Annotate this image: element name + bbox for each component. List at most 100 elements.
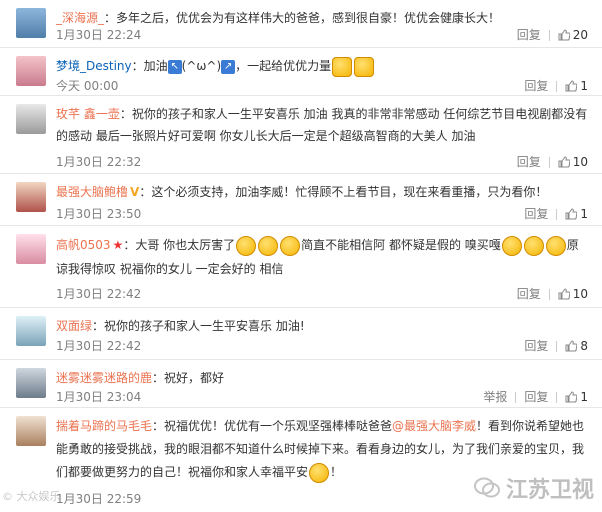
thumbs-up-icon — [558, 288, 570, 300]
divider — [556, 208, 558, 220]
like-button[interactable]: 8 — [565, 337, 588, 355]
comment-text: ：祝你的孩子和家人一生平安喜乐 加油! — [92, 319, 305, 333]
like-count: 10 — [572, 155, 588, 169]
avatar[interactable] — [16, 316, 46, 346]
like-button[interactable]: 1 — [565, 388, 588, 406]
reply-button[interactable]: 回复 — [517, 153, 541, 171]
watermark-left: © 大众娱乐 — [2, 490, 61, 503]
divider — [556, 340, 558, 352]
like-button[interactable]: 20 — [558, 26, 588, 44]
timestamp: 1月30日 22:32 — [56, 155, 142, 169]
thumbs-up-icon — [565, 208, 578, 220]
like-button[interactable]: 1 — [565, 77, 588, 95]
comment-meta: 1月30日 23:50 回复 1 — [56, 205, 588, 223]
muscle-emoji-icon — [354, 56, 375, 77]
arrow-icon: ↖ — [167, 59, 182, 74]
comment-text: ，一起给优优力量 — [235, 59, 332, 73]
timestamp: 1月30日 22:24 — [56, 28, 142, 42]
wechat-logo-icon — [473, 477, 500, 498]
username-link[interactable]: 玫芊 鑫一壶 — [56, 107, 120, 121]
sweat-emoji-icon — [258, 235, 279, 256]
thumbs-up-icon — [565, 391, 578, 403]
reply-button[interactable]: 回复 — [524, 205, 548, 223]
timestamp: 今天 00:00 — [56, 79, 119, 93]
sweat-emoji-icon — [280, 235, 301, 256]
comment-text: ：这个必须支持，加油李威！忙得顾不上看节目，现在来看重播，只为看你！ — [139, 185, 548, 199]
report-button[interactable]: 举报 — [483, 388, 507, 406]
divider — [548, 156, 550, 168]
divider — [556, 391, 558, 403]
avatar[interactable] — [16, 416, 46, 446]
like-count: 20 — [572, 28, 588, 42]
username-link[interactable]: 梦境_Destiny — [56, 59, 132, 73]
thumbs-up-icon — [565, 340, 578, 352]
comment-item: 梦境_Destiny：加油 ↖ (^ω^) ↗ ，一起给优优力量 今天 00:00 回复… — [0, 48, 602, 96]
comment-item: 迷雾迷雾迷路的鹿：祝好，都好 1月30日 23:04 举报 回复 1 — [0, 360, 602, 408]
like-count: 1 — [580, 79, 588, 93]
comment-meta: 1月30日 22:42 回复 8 — [56, 337, 588, 355]
comment-text: ：祝你的孩子和家人一生平安喜乐 加油 我真的非常非常感动 任何综艺节目电视剧都没… — [56, 107, 588, 143]
comment-text: ：多年之后，优优会为有这样伟大的爸爸，感到很自豪！优优会健康长大！ — [104, 11, 501, 25]
timestamp: 1月30日 22:42 — [56, 287, 142, 301]
comment-item: 最强大脑鲍橹 V：这个必须支持，加油李威！忙得顾不上看节目，现在来看重播，只为看你… — [0, 174, 602, 226]
username-link[interactable]: 双面绿 — [56, 319, 92, 333]
like-button[interactable]: 1 — [565, 205, 588, 223]
username-link[interactable]: 最强大脑鲍橹 — [56, 185, 128, 199]
comment-meta: 1月30日 22:24 回复 20 — [56, 26, 588, 44]
reply-button[interactable]: 回复 — [517, 285, 541, 303]
like-count: 8 — [580, 339, 588, 353]
username-link[interactable]: 迷雾迷雾迷路的鹿 — [56, 371, 152, 385]
username-link[interactable]: 高帆0503 — [56, 238, 111, 252]
sweat-emoji-icon — [523, 235, 544, 256]
avatar[interactable] — [16, 234, 46, 264]
comment-item: 双面绿：祝你的孩子和家人一生平安喜乐 加油! 1月30日 22:42 回复 8 — [0, 308, 602, 360]
avatar[interactable] — [16, 56, 46, 86]
username-link[interactable]: _深海源_ — [56, 11, 104, 25]
comment-text: ！ — [330, 465, 343, 479]
muscle-emoji-icon — [332, 56, 353, 77]
thumbs-up-icon — [558, 156, 570, 168]
arrow-icon: ↗ — [221, 59, 236, 74]
reply-button[interactable]: 回复 — [524, 337, 548, 355]
divider — [548, 29, 550, 41]
thumbs-up-icon — [558, 29, 570, 41]
mention-link[interactable]: @最强大脑李威 — [392, 419, 476, 433]
like-count: 10 — [572, 287, 588, 301]
like-count: 1 — [580, 207, 588, 221]
comment-text: ：大哥 你也太厉害了 — [123, 238, 236, 252]
avatar[interactable] — [16, 368, 46, 398]
username-link[interactable]: 揣着马蹄的马毛毛 — [56, 419, 152, 433]
avatar[interactable] — [16, 104, 46, 134]
sweat-emoji-icon — [545, 235, 566, 256]
smile-emoji-icon — [309, 462, 330, 483]
reply-button[interactable]: 回复 — [517, 26, 541, 44]
comment-text: (^ω^) — [181, 59, 222, 73]
like-count: 1 — [580, 390, 588, 404]
divider — [548, 288, 550, 300]
comment-text: ：祝好，都好 — [152, 371, 225, 385]
reply-button[interactable]: 回复 — [524, 388, 548, 406]
comment-item: 玫芊 鑫一壶：祝你的孩子和家人一生平安喜乐 加油 我真的非常非常感动 任何综艺节… — [0, 96, 602, 174]
like-button[interactable]: 10 — [558, 153, 588, 171]
watermark-text: 江苏卫视 — [505, 478, 594, 503]
timestamp: 1月30日 23:50 — [56, 207, 142, 221]
comment-meta: 1月30日 23:04 举报 回复 1 — [56, 388, 588, 406]
watermark-right: 江苏卫视 — [473, 472, 594, 504]
comment-text: ：祝福优优！优优有一个乐观坚强棒棒哒爸爸 — [152, 419, 393, 433]
comment-text: 简直不能相信阿 都怀疑是假的 嗅买嘎 — [301, 238, 501, 252]
like-button[interactable]: 10 — [558, 285, 588, 303]
comment-meta: 1月30日 22:42 回复 10 — [56, 285, 588, 303]
reply-button[interactable]: 回复 — [524, 77, 548, 95]
timestamp: 1月30日 22:59 — [56, 492, 142, 506]
sweat-emoji-icon — [501, 235, 522, 256]
comment-item: _深海源_：多年之后，优优会为有这样伟大的爸爸，感到很自豪！优优会健康长大！ 1… — [0, 0, 602, 48]
comment-meta: 1月30日 22:32 回复 10 — [56, 153, 588, 171]
sweat-emoji-icon — [236, 235, 257, 256]
avatar[interactable] — [16, 182, 46, 212]
timestamp: 1月30日 22:42 — [56, 339, 142, 353]
timestamp: 1月30日 23:04 — [56, 390, 142, 404]
avatar[interactable] — [16, 8, 46, 38]
divider — [515, 391, 517, 403]
thumbs-up-icon — [565, 80, 578, 92]
comment-meta: 今天 00:00 回复 1 — [56, 77, 588, 95]
